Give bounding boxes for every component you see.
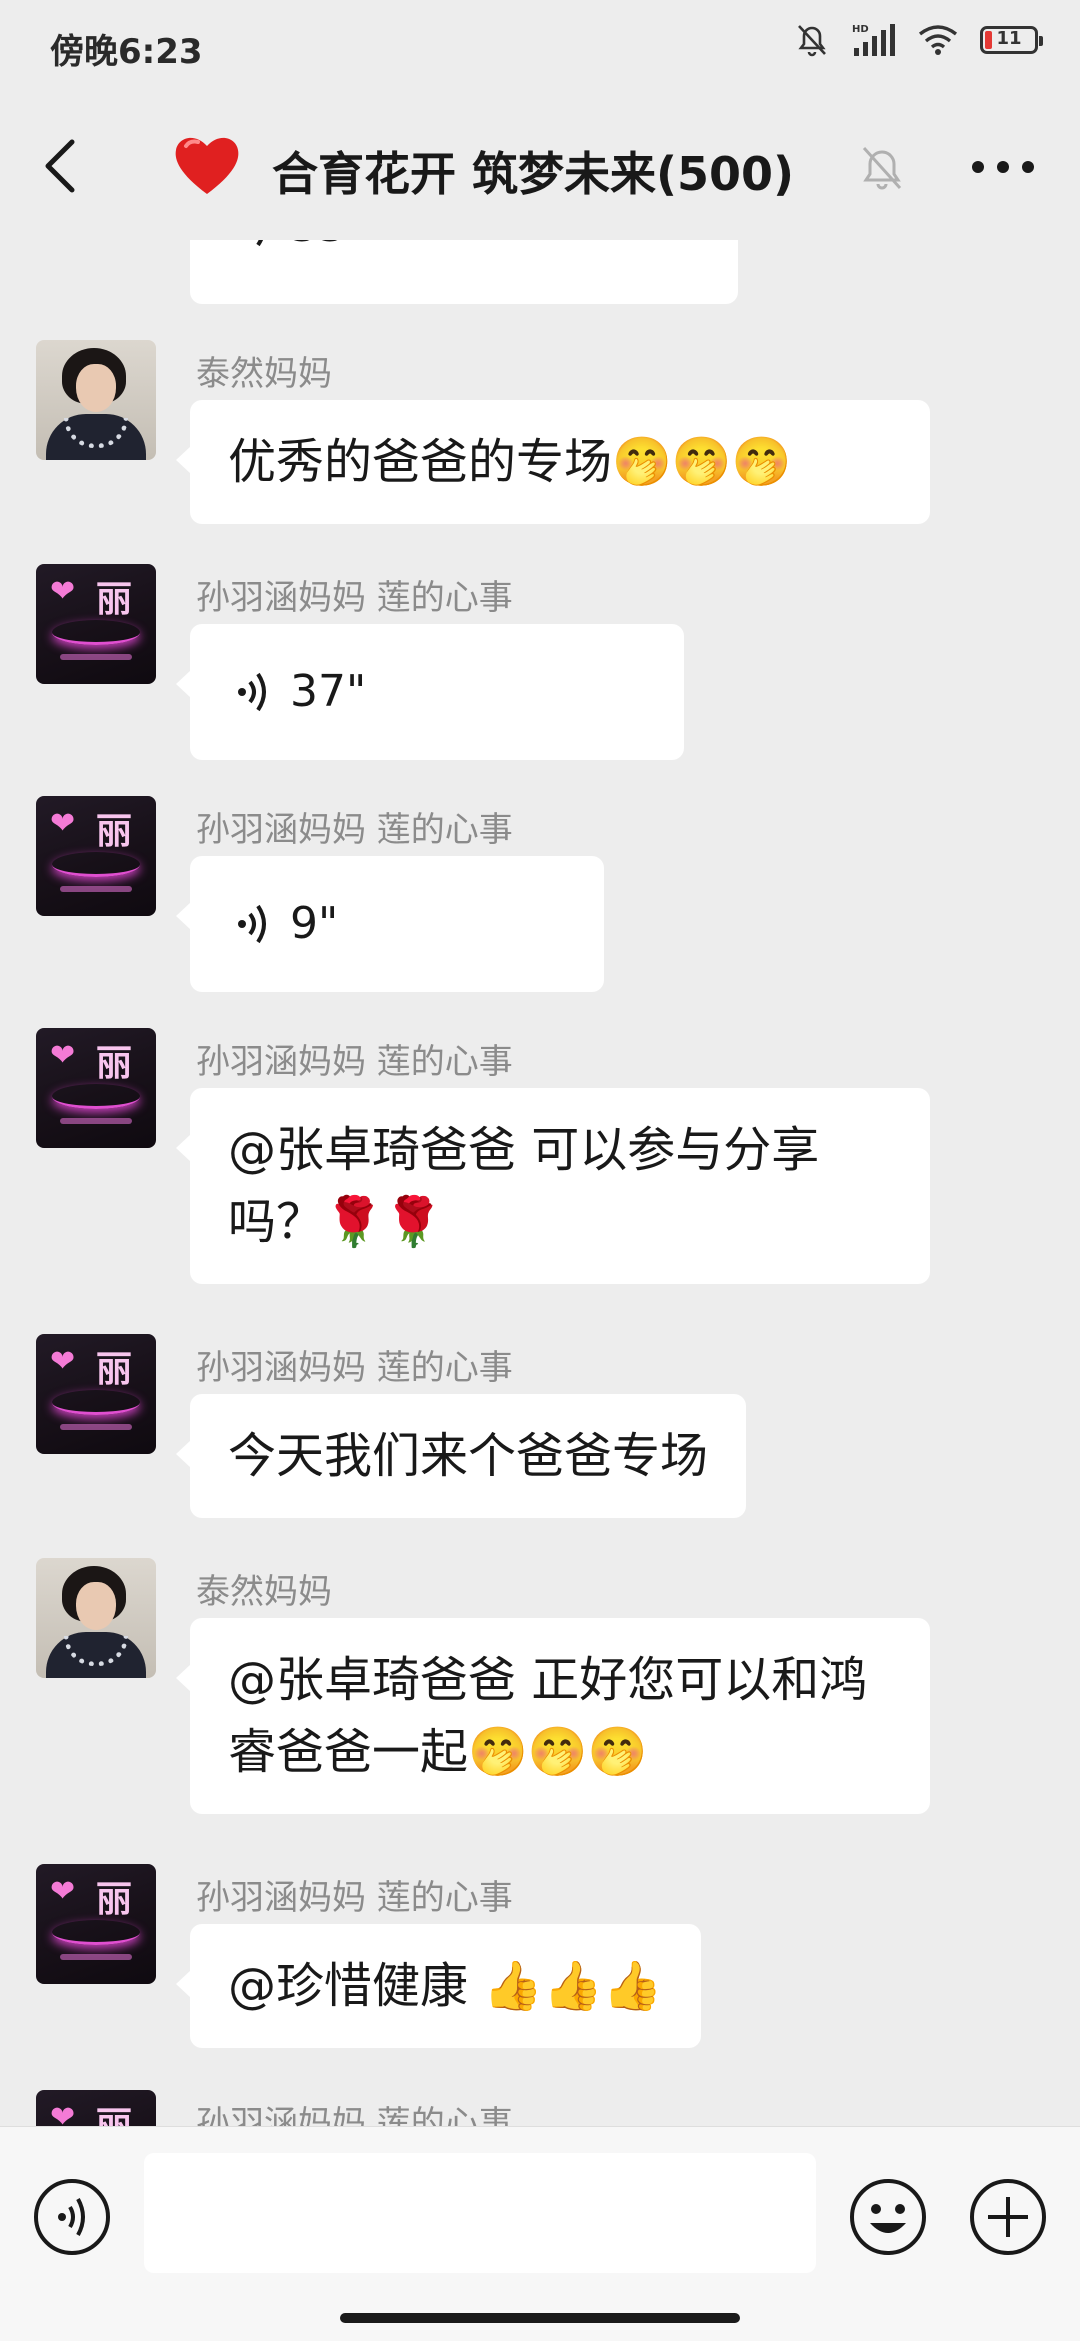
voice-bubble[interactable]: 9" (176, 856, 604, 992)
avatar[interactable] (36, 340, 156, 460)
battery-icon: 11 (980, 26, 1043, 54)
voice-wave-icon (238, 904, 266, 944)
voice-bubble[interactable]: 33" (190, 240, 738, 304)
svg-text:HD: HD (852, 24, 869, 35)
voice-bubble[interactable]: 37" (176, 624, 684, 760)
text-bubble[interactable]: @珍惜健康 👍👍👍 (176, 1924, 701, 2048)
voice-duration: 9" (290, 898, 339, 949)
mute-icon (798, 25, 826, 57)
avatar[interactable]: ❤ 丽 (36, 2090, 156, 2126)
sender-name: 孙羽涵妈妈 莲的心事 (196, 1348, 513, 1388)
sender-name: 泰然妈妈 (196, 354, 332, 394)
status-bar: 傍晚6:23 HD 11 (0, 0, 1080, 92)
sender-name: 孙羽涵妈妈 莲的心事 (196, 1878, 513, 1918)
more-dots-icon[interactable] (968, 152, 1038, 182)
avatar[interactable]: ❤ 丽 (36, 1334, 156, 1454)
sender-name: 孙羽涵妈妈 莲的心事 (196, 1042, 513, 1082)
avatar[interactable] (36, 1558, 156, 1678)
avatar[interactable]: ❤ 丽 (36, 564, 156, 684)
red-heart-icon (175, 137, 239, 194)
battery-level: 11 (996, 28, 1022, 49)
avatar[interactable]: ❤ 丽 (36, 1864, 156, 1984)
input-bar (0, 2126, 1080, 2341)
text-bubble[interactable]: @张卓琦爸爸 正好您可以和鸿睿爸爸一起🤭🤭🤭 (176, 1618, 930, 1814)
plus-icon[interactable] (968, 2177, 1048, 2257)
voice-wave-icon (256, 240, 263, 247)
chevron-left-icon[interactable] (36, 136, 90, 196)
voice-wave-icon (238, 672, 266, 712)
voice-input-icon[interactable] (32, 2177, 112, 2257)
voice-duration: 37" (290, 666, 367, 717)
avatar[interactable]: ❤ 丽 (36, 796, 156, 916)
chat-title: 合育花开 筑梦未来(500) (272, 147, 795, 201)
wifi-icon (918, 25, 958, 55)
message-input[interactable] (144, 2153, 816, 2273)
status-icons: HD 11 (794, 22, 1043, 58)
sender-name: 孙羽涵妈妈 莲的心事 (196, 578, 513, 618)
text-bubble[interactable]: 优秀的爸爸的专场🤭🤭🤭 (176, 400, 930, 524)
bell-off-icon (862, 146, 902, 190)
text-bubble[interactable]: 今天我们来个爸爸专场 (175, 1394, 747, 1518)
sender-name: 泰然妈妈 (196, 1572, 332, 1612)
emoji-icon[interactable] (848, 2177, 928, 2257)
avatar[interactable]: ❤ 丽 (36, 1028, 156, 1148)
sender-name: 孙羽涵妈妈 莲的心事 (196, 810, 513, 850)
text-bubble[interactable]: @张卓琦爸爸 可以参与分享吗？🌹🌹 (176, 1088, 930, 1284)
hd-signal-icon: HD (852, 24, 895, 56)
status-time: 傍晚6:23 (50, 32, 203, 72)
voice-duration: 33" (290, 240, 366, 263)
home-indicator[interactable] (340, 2313, 740, 2323)
message-list[interactable]: 33" 泰然妈妈 优秀的爸爸的专场🤭🤭🤭 ❤丽 孙羽涵妈妈 莲的心事 37" ❤… (0, 240, 1080, 2126)
chat-header: 合育花开 筑梦未来(500) (0, 92, 1080, 240)
sender-name: 孙羽涵妈妈 莲的心事 (196, 2104, 513, 2126)
